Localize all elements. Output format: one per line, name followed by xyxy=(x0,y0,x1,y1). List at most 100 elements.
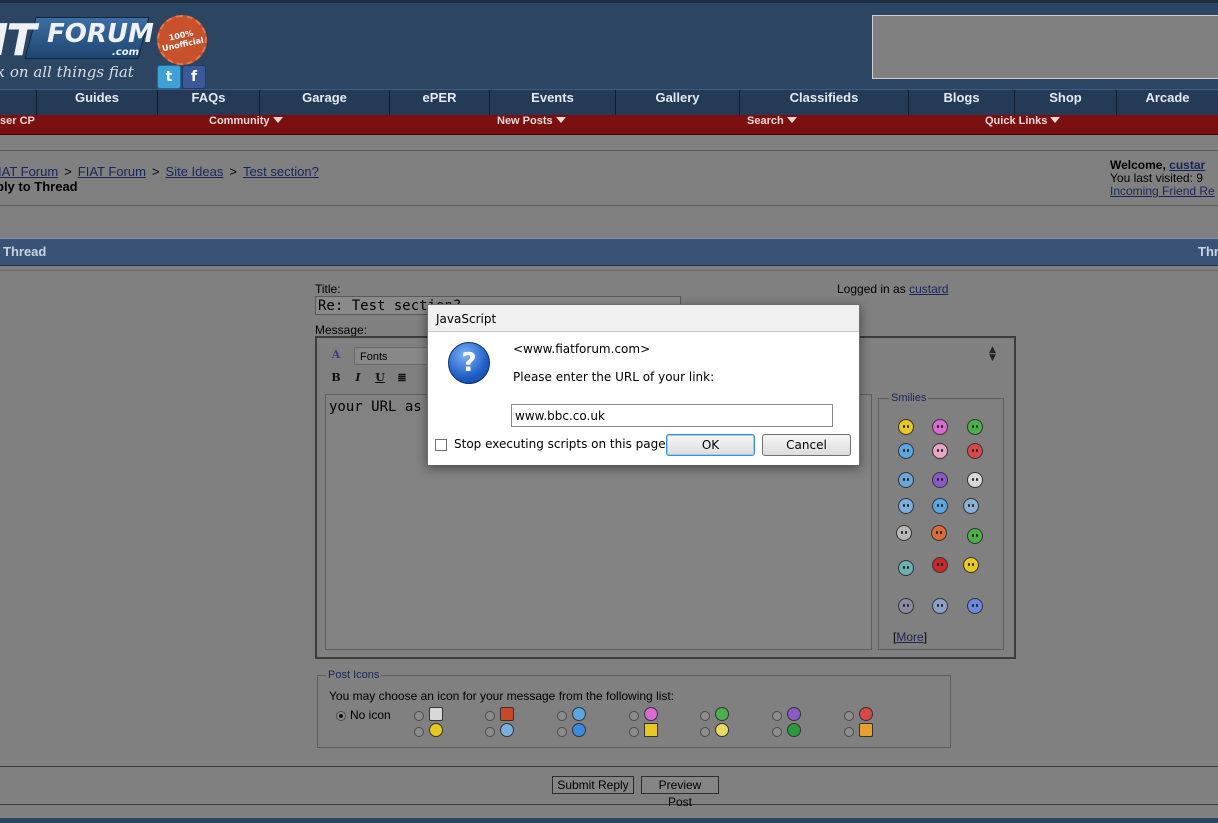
advert-banner xyxy=(872,15,1218,79)
chevron-down-icon xyxy=(786,117,797,123)
welcome-user-link[interactable]: custar xyxy=(1169,158,1205,172)
devil-icon[interactable] xyxy=(932,557,948,573)
nav-blogs[interactable]: Blogs xyxy=(908,90,1014,115)
thread-tools-label[interactable]: Thr xyxy=(1198,244,1218,259)
post-icon-frown xyxy=(787,707,801,721)
radio-post-icon[interactable] xyxy=(557,727,567,737)
breadcrumb-separator: > xyxy=(64,164,72,179)
radio-post-icon[interactable] xyxy=(414,711,424,721)
page-title: ply to Thread xyxy=(0,179,78,194)
nav-guides[interactable]: Guides xyxy=(36,90,157,115)
submit-reply-button[interactable]: Submit Reply xyxy=(552,776,634,794)
bold-button[interactable]: B xyxy=(327,370,345,386)
remove-formatting-icon[interactable]: A xyxy=(327,347,345,363)
facebook-icon[interactable]: f xyxy=(182,65,206,89)
rolleyes-icon[interactable] xyxy=(932,498,948,514)
radio-post-icon[interactable] xyxy=(772,711,782,721)
nav-eper[interactable]: ePER xyxy=(389,90,489,115)
thumbsup-icon[interactable] xyxy=(963,498,979,514)
italic-button[interactable]: I xyxy=(349,370,367,386)
box-icon[interactable] xyxy=(931,525,947,541)
grin-icon[interactable] xyxy=(932,419,948,435)
editor-resize-icon[interactable]: ▲ ▼ xyxy=(989,346,996,363)
radio-post-icon[interactable] xyxy=(629,711,639,721)
logged-in-user-link[interactable]: custard xyxy=(909,282,948,296)
preview-post-button[interactable]: Preview Post xyxy=(641,776,719,809)
subnav-new-posts[interactable]: New Posts xyxy=(497,115,566,134)
post-icons-description: You may choose an icon for your message … xyxy=(329,689,675,703)
radio-post-icon[interactable] xyxy=(629,727,639,737)
editor-toolbar-top: A xyxy=(327,347,349,363)
subnav-quick-links[interactable]: Quick Links xyxy=(985,115,1061,134)
confused-icon[interactable] xyxy=(898,472,914,488)
divider xyxy=(0,270,1218,271)
twitter-icon[interactable]: t xyxy=(157,65,181,89)
radio-post-icon[interactable] xyxy=(772,727,782,737)
angry-icon[interactable] xyxy=(967,443,983,459)
radio-post-icon[interactable] xyxy=(414,727,424,737)
breadcrumb-link-thread[interactable]: Test section? xyxy=(243,164,319,179)
radio-post-icon[interactable] xyxy=(485,711,495,721)
ok-button[interactable]: OK xyxy=(666,434,755,456)
subnav-search[interactable]: Search xyxy=(747,115,797,134)
radio-no-icon[interactable] xyxy=(336,711,346,721)
post-icon-smile xyxy=(429,723,443,737)
mad-icon[interactable] xyxy=(963,557,979,573)
underline-button[interactable]: U xyxy=(371,370,389,386)
breadcrumb: IAT Forum > FIAT Forum > Site Ideas > Test sec… xyxy=(0,164,319,179)
tongue-icon[interactable] xyxy=(932,443,948,459)
align-left-icon[interactable]: ≣ xyxy=(393,370,411,386)
site-header: IT FORUM .com 100% Unofficial k on all t… xyxy=(0,0,1218,92)
fonts-select[interactable]: Fonts xyxy=(354,347,434,365)
radio-post-icon[interactable] xyxy=(700,727,710,737)
breadcrumb-link-site-ideas[interactable]: Site Ideas xyxy=(166,164,224,179)
breadcrumb-link-fiat-forum[interactable]: FIAT Forum xyxy=(78,164,146,179)
smilies-panel: Smilies [More] xyxy=(878,392,1004,650)
logo-com-text: .com xyxy=(112,47,140,58)
teeth-icon[interactable] xyxy=(967,419,983,435)
radio-post-icon[interactable] xyxy=(844,711,854,721)
radio-post-icon[interactable] xyxy=(557,711,567,721)
chevron-down-icon xyxy=(272,117,283,123)
nav-shop[interactable]: Shop xyxy=(1014,90,1116,115)
logged-in-text: Logged in as custard xyxy=(837,282,948,296)
friend-requests-link[interactable]: Incoming Friend Re xyxy=(1110,184,1215,198)
wink-icon[interactable] xyxy=(898,443,914,459)
thinking-icon[interactable] xyxy=(896,525,912,541)
sick-icon[interactable] xyxy=(967,528,983,544)
smile-icon[interactable] xyxy=(898,419,914,435)
breadcrumb-link-home[interactable]: IAT Forum xyxy=(0,164,58,179)
more-bracket-close: ] xyxy=(923,630,928,644)
nav-faqs[interactable]: FAQs xyxy=(157,90,259,115)
stop-scripts-label[interactable]: Stop executing scripts on this page xyxy=(454,437,666,451)
wave-icon[interactable] xyxy=(967,598,983,614)
nav-classifieds[interactable]: Classifieds xyxy=(739,90,908,115)
frown-icon[interactable] xyxy=(932,472,948,488)
cool-icon[interactable] xyxy=(898,498,914,514)
radio-post-icon[interactable] xyxy=(485,727,495,737)
eek-icon[interactable] xyxy=(967,472,983,488)
subnav-community[interactable]: Community xyxy=(209,115,283,134)
url-input[interactable] xyxy=(511,404,833,427)
sub-nav: ser CP Community New Posts Search Quick … xyxy=(0,115,1218,135)
nav-gallery[interactable]: Gallery xyxy=(615,90,739,115)
dialog-body: ? <www.fiatforum.com> Please enter the U… xyxy=(428,331,859,465)
bounce-icon[interactable] xyxy=(898,598,914,614)
unofficial-seal-icon: 100% Unofficial xyxy=(152,10,212,70)
radio-post-icon[interactable] xyxy=(700,711,710,721)
post-icons-fieldset: Post Icons You may choose an icon for yo… xyxy=(317,669,951,748)
nav-garage[interactable]: Garage xyxy=(259,90,389,115)
nav-arcade[interactable]: Arcade xyxy=(1116,90,1218,115)
subnav-quick-links-label: Quick Links xyxy=(985,115,1048,127)
cancel-button[interactable]: Cancel xyxy=(762,434,851,456)
nav-events[interactable]: Events xyxy=(489,90,615,115)
post-icon-angry xyxy=(859,707,873,721)
more-smilies-link[interactable]: More xyxy=(896,630,923,644)
idea-icon[interactable] xyxy=(932,598,948,614)
dizzy-icon[interactable] xyxy=(898,560,914,576)
subnav-user-cp[interactable]: ser CP xyxy=(0,115,35,134)
subnav-search-label: Search xyxy=(747,115,784,127)
stop-scripts-checkbox[interactable] xyxy=(435,439,447,451)
site-logo[interactable]: IT FORUM .com xyxy=(0,13,154,66)
radio-post-icon[interactable] xyxy=(844,727,854,737)
